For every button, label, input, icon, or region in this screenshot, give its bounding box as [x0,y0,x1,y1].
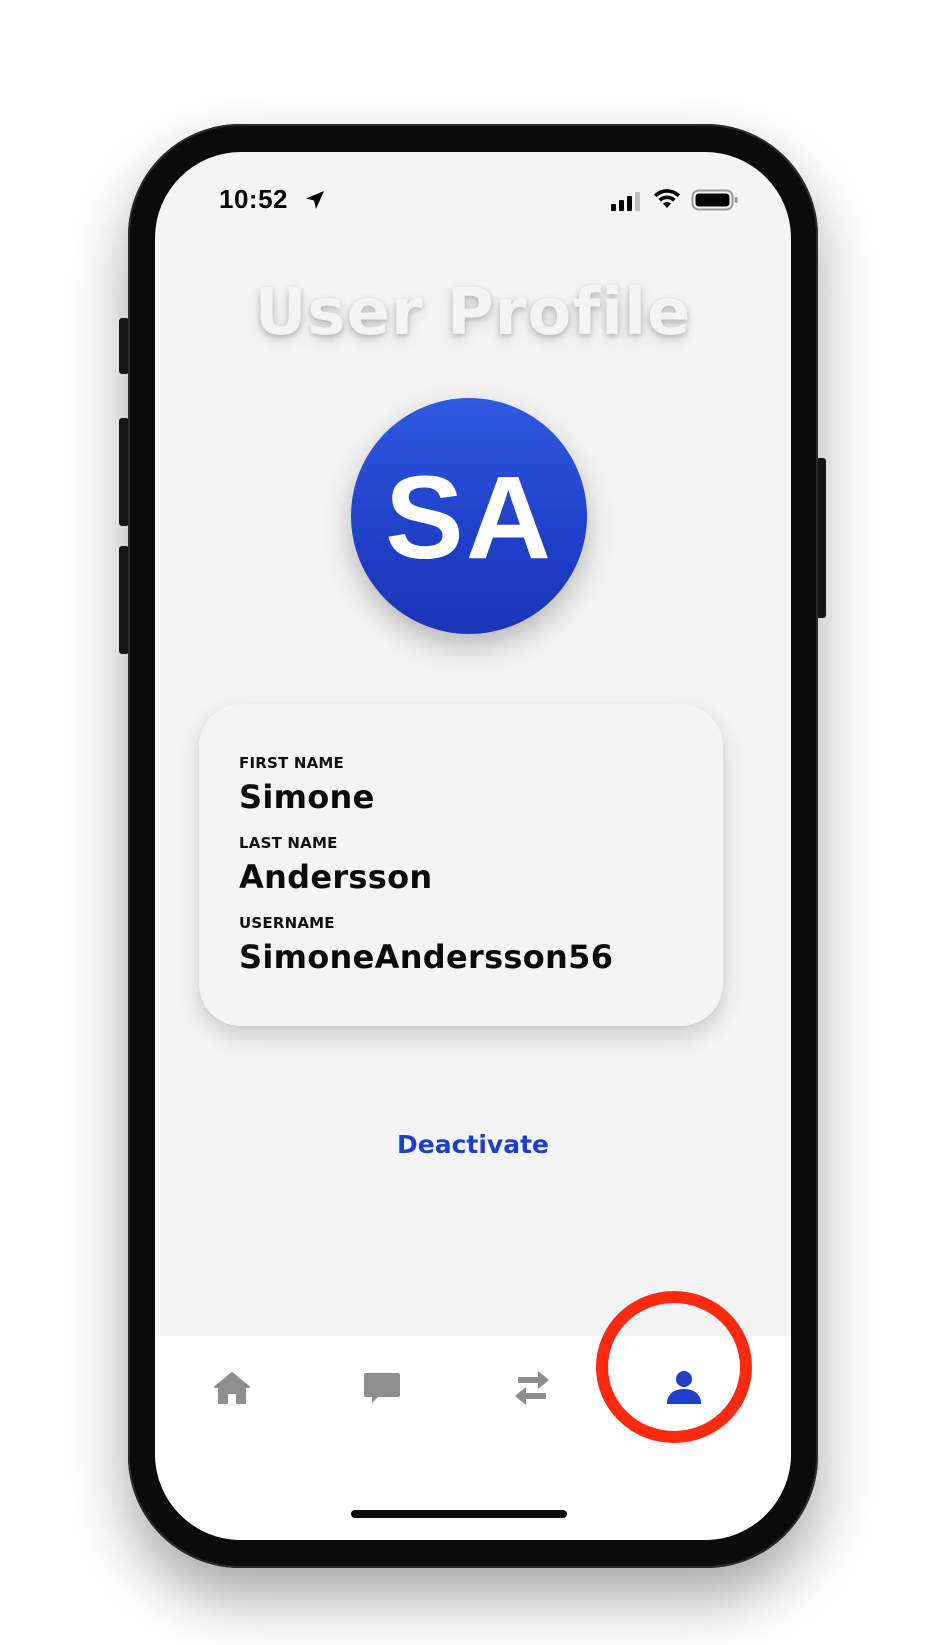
first-name-label: FIRST NAME [239,754,344,772]
tab-profile[interactable] [654,1364,714,1412]
phone-frame: 10:52 User Profile SA FIRST NAME Simone … [128,124,818,1568]
home-icon [214,1372,250,1404]
tab-transfers[interactable] [502,1364,562,1412]
profile-icon [667,1371,701,1404]
status-bar: 10:52 [155,152,791,252]
status-time: 10:52 [219,184,288,214]
phone-screen: 10:52 User Profile SA FIRST NAME Simone … [155,152,791,1540]
chat-icon [364,1373,400,1403]
username-value: SimoneAndersson56 [239,938,614,976]
location-arrow-icon [306,191,324,209]
profile-info-card: FIRST NAME Simone LAST NAME Andersson US… [199,704,723,1026]
first-name-value: Simone [239,778,375,816]
avatar-initials: SA [385,452,553,584]
home-indicator [351,1510,567,1518]
username-label: USERNAME [239,914,335,932]
page-title: User Profile [254,276,692,350]
tab-messages[interactable] [352,1364,412,1412]
screenshot-stage: 10:52 User Profile SA FIRST NAME Simone … [0,0,944,1645]
last-name-value: Andersson [239,858,433,896]
last-name-label: LAST NAME [239,834,338,852]
avatar: SA [351,398,587,634]
tab-home[interactable] [202,1364,262,1412]
battery-icon [691,189,738,211]
cellular-signal-icon [611,192,640,211]
wifi-icon [654,189,680,208]
deactivate-button[interactable]: Deactivate [155,1130,791,1159]
transfer-arrows-icon [515,1371,549,1405]
